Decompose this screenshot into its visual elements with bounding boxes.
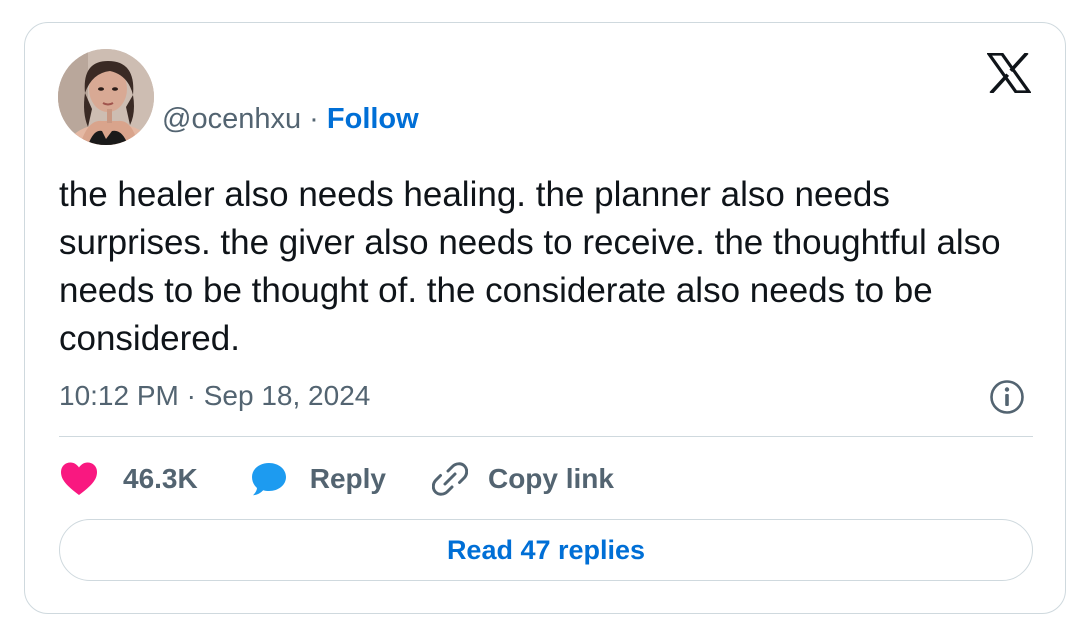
- meta-separator: ·: [186, 380, 196, 411]
- divider: [59, 436, 1033, 437]
- like-count: 46.3K: [123, 463, 198, 494]
- heart-icon: [59, 461, 99, 497]
- read-replies-label: Read 47 replies: [446, 534, 646, 565]
- author-separator: ·: [309, 103, 319, 135]
- copy-link-button[interactable]: Copy link: [431, 461, 614, 497]
- author-handle[interactable]: @ocenhxu: [162, 103, 301, 135]
- speech-bubble-icon: [250, 461, 288, 497]
- reply-button[interactable]: Reply: [250, 461, 386, 497]
- author-line: @ocenhxu · Follow: [162, 101, 419, 137]
- action-bar: 46.3K Reply Copy link: [59, 459, 614, 499]
- tweet-date[interactable]: Sep 18, 2024: [204, 380, 371, 411]
- tweet-meta: 10:12 PM · Sep 18, 2024: [59, 378, 370, 414]
- tweet-time[interactable]: 10:12 PM: [59, 380, 179, 411]
- reply-label: Reply: [309, 463, 386, 494]
- read-replies-button[interactable]: Read 47 replies: [59, 519, 1033, 581]
- avatar[interactable]: [58, 49, 154, 145]
- info-icon[interactable]: [989, 379, 1025, 415]
- link-icon: [431, 461, 468, 497]
- copy-link-label: Copy link: [487, 463, 614, 494]
- x-logo-icon[interactable]: [987, 53, 1031, 93]
- follow-button[interactable]: Follow: [327, 103, 419, 135]
- avatar-image: [58, 49, 154, 145]
- tweet-embed-card: @ocenhxu · Follow the healer also needs …: [24, 22, 1066, 614]
- like-button[interactable]: 46.3K: [59, 461, 198, 497]
- tweet-text: the healer also needs healing. the plann…: [59, 175, 1001, 358]
